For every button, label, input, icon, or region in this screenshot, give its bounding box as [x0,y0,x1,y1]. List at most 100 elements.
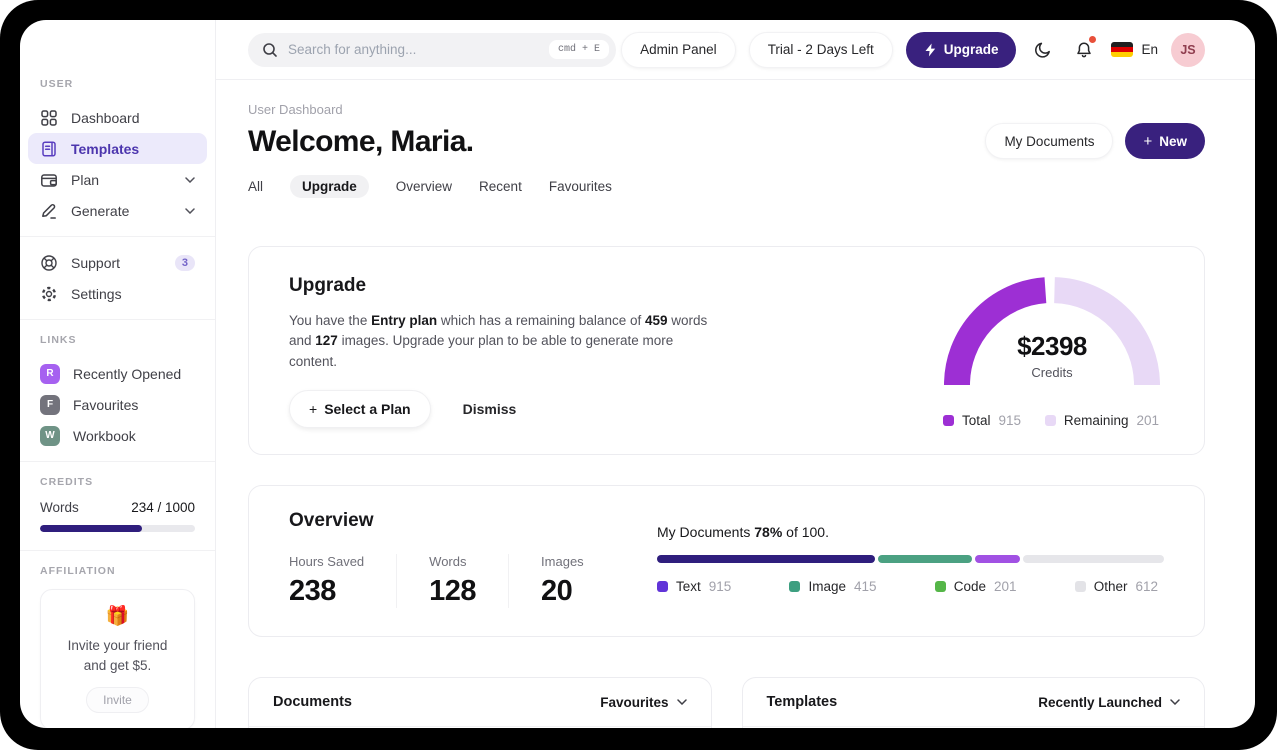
gauge-legend: Total 915 Remaining 201 [942,413,1160,428]
body-text: You have the [289,313,372,328]
plus-icon: + [309,400,318,417]
overview-card-title: Overview [289,510,374,531]
sidebar-item-label: Settings [71,285,122,302]
topbar: cmd + E Admin Panel Trial - 2 Days Left … [216,20,1255,80]
trial-badge[interactable]: Trial - 2 Days Left [748,31,893,68]
document-list-item[interactable]: Untitled Document in Workbook [249,727,711,728]
sidebar-item-label: Plan [71,171,100,188]
tab-favourites[interactable]: Favourites [549,175,612,198]
my-documents-button[interactable]: My Documents [985,123,1114,159]
gauge-center: $2398 Credits [942,331,1162,380]
progress-suffix: of 100. [782,524,829,540]
legend-label: Total [962,413,991,428]
link-initial-badge: W [40,425,60,446]
admin-panel-button[interactable]: Admin Panel [621,31,736,68]
sidebar-item-label: Support [71,254,121,271]
legend-swatch [1044,415,1056,426]
notifications-button[interactable] [1070,35,1098,64]
main-area: User Dashboard Welcome, Maria. My Docume… [216,80,1255,728]
chevron-down-icon [185,176,195,183]
progress-prefix: My Documents [657,524,755,540]
language-selector[interactable]: En [1111,42,1158,57]
sidebar-link-favourites[interactable]: F Favourites [28,389,207,420]
search-input[interactable] [288,42,539,57]
sidebar-item-templates[interactable]: Templates [28,133,207,164]
sidebar-item-generate[interactable]: Generate [28,195,207,226]
select-plan-label: Select a Plan [324,400,411,417]
templates-icon [40,140,58,158]
body-text: images. Upgrade your plan to be able to … [289,333,674,369]
sidebar-item-settings[interactable]: Settings [28,278,207,309]
legend-swatch [943,415,954,426]
sidebar-item-label: Workbook [73,427,136,444]
legend-label: Other [1093,579,1128,594]
search-icon [262,42,278,58]
upgrade-card-left: Upgrade You have the Entry plan which ha… [289,275,721,428]
overview-card: Overview Hours Saved 238 Words 128 Image… [248,485,1205,637]
upgrade-button-label: Upgrade [943,42,999,57]
pencil-icon [40,202,58,220]
documents-filter-dropdown[interactable]: Favourites [600,694,687,710]
user-section-label: USER [40,78,74,90]
stat-label: Hours Saved [289,554,365,569]
dismiss-button[interactable]: Dismiss [463,401,517,417]
app-window: USER Dashboard Templates Plan Generate S… [20,20,1255,728]
tab-all[interactable]: All [248,175,263,198]
templates-card-header: Templates Recently Launched [742,678,1204,727]
credits-progress-fill [40,525,143,532]
gear-icon [40,285,58,303]
legend-remaining: Remaining 201 [1044,413,1159,428]
documents-filter-label: Favourites [600,694,669,710]
tab-overview[interactable]: Overview [396,175,452,198]
plan-name: Entry plan [371,313,438,328]
dark-mode-toggle[interactable] [1029,36,1057,64]
templates-filter-dropdown[interactable]: Recently Launched [1038,695,1180,710]
search-bar[interactable]: cmd + E [248,32,616,67]
sidebar-item-label: Templates [71,140,140,157]
links-section-label: LINKS [40,334,77,346]
select-plan-button[interactable]: + Select a Plan [289,389,431,428]
language-label: En [1141,42,1158,57]
legend-value: 201 [1136,413,1159,428]
sidebar-link-recently-opened[interactable]: R Recently Opened [28,358,207,389]
bar-segment-code [974,555,1021,563]
bottom-cards-row: Documents Favourites Untitled Document [248,677,1205,728]
stat-label: Images [541,554,584,569]
legend-value: 915 [708,579,732,594]
upgrade-card-actions: + Select a Plan Dismiss [289,389,721,428]
sidebar-item-dashboard[interactable]: Dashboard [28,102,207,133]
moon-icon [1034,41,1052,59]
sidebar-item-support[interactable]: Support 3 [28,247,207,278]
legend-swatch [1074,581,1086,592]
upgrade-card-body: You have the Entry plan which has a rema… [289,311,721,372]
stat-images: Images 20 [541,554,616,608]
sidebar-item-label: Generate [71,202,130,219]
sidebar-item-plan[interactable]: Plan [28,164,207,195]
new-button[interactable]: + New [1125,123,1205,159]
affiliation-card: 🎁 Invite your friend and get $5. Invite [40,589,195,728]
tab-upgrade[interactable]: Upgrade [290,175,369,198]
tab-recent[interactable]: Recent [479,175,522,198]
user-avatar[interactable]: JS [1171,32,1205,67]
filter-tabs: All Upgrade Overview Recent Favourites [248,175,1205,198]
header-actions: My Documents + New [985,123,1205,159]
chevron-down-icon [1170,699,1180,705]
template-list-item[interactable]: Blog Post Title in Workbook [743,727,1205,728]
grid-icon [40,109,58,127]
legend-label: Image [808,579,846,594]
stacked-bar-legend: Text 915 Image 415 Code 201 Other 612 [657,579,1164,594]
legend-value: 415 [854,579,877,594]
credits-value: 234 / 1000 [131,500,195,515]
credits-amount: $2398 [1017,331,1087,361]
topbar-right: Admin Panel Trial - 2 Days Left Upgrade [621,31,1205,68]
upgrade-button[interactable]: Upgrade [905,31,1017,68]
legend-value: 612 [1135,579,1158,594]
sidebar-link-workbook[interactable]: W Workbook [28,420,207,451]
words-balance: 459 [644,313,668,328]
stat-hours-saved: Hours Saved 238 [289,554,398,608]
progress-percent: 78% [754,524,783,540]
invite-button[interactable]: Invite [86,687,149,714]
german-flag-icon [1111,42,1134,57]
documents-card: Documents Favourites Untitled Document [248,677,712,728]
legend-label: Code [953,579,986,594]
